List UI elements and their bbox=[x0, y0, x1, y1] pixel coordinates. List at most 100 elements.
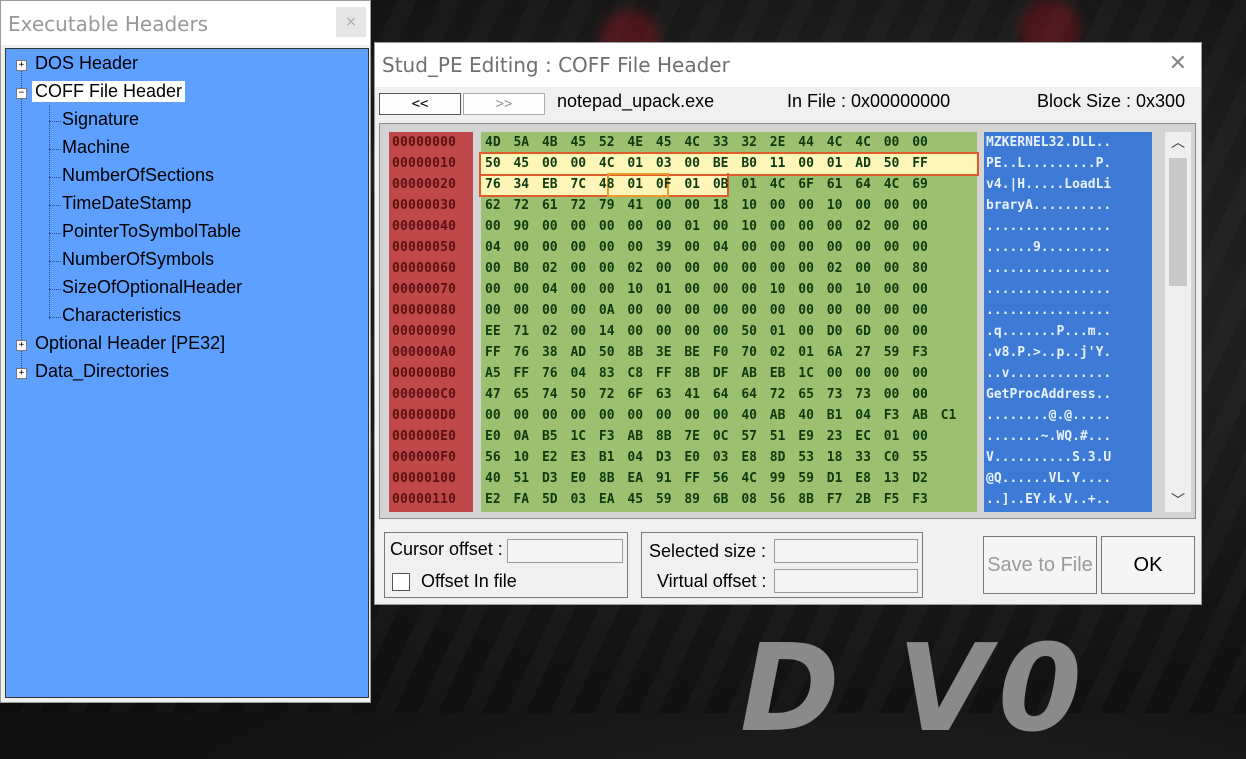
hex-row-bytes[interactable]: 56 10 E2 E3 B1 04 D3 E0 03 E8 8D 53 18 3… bbox=[485, 447, 928, 468]
hex-row-bytes[interactable]: 00 B0 02 00 00 02 00 00 00 00 00 00 02 0… bbox=[485, 258, 928, 279]
hex-row-bytes[interactable]: 00 00 00 00 0A 00 00 00 00 00 00 00 00 0… bbox=[485, 300, 928, 321]
hex-row-bytes[interactable]: 4D 5A 4B 45 52 4E 45 4C 33 32 2E 44 4C 4… bbox=[485, 132, 928, 153]
tree-item-number-of-symbols[interactable]: NumberOfSymbols bbox=[62, 249, 214, 270]
selected-size-field[interactable] bbox=[774, 539, 918, 563]
hex-row-offset: 00000070 bbox=[392, 282, 457, 297]
vertical-scrollbar[interactable]: ︿ ﹀ bbox=[1165, 132, 1191, 512]
hex-row-bytes[interactable]: 76 34 EB 7C 48 01 0F 01 0B 01 4C 6F 61 6… bbox=[485, 174, 928, 195]
hex-row-ascii[interactable]: .q.......P...m.. bbox=[986, 321, 1111, 342]
hex-row-bytes[interactable]: FF 76 38 AD 50 8B 3E BE F0 70 02 01 6A 2… bbox=[485, 342, 928, 363]
tree-item-time-date-stamp[interactable]: TimeDateStamp bbox=[62, 193, 191, 214]
tree-item-data-directories[interactable]: Data_Directories bbox=[35, 361, 169, 382]
hex-row-ascii[interactable]: ................ bbox=[986, 300, 1111, 321]
hex-row-ascii[interactable]: ................ bbox=[986, 258, 1111, 279]
tree-item-number-of-sections[interactable]: NumberOfSections bbox=[62, 165, 214, 186]
tree-item-dos-header[interactable]: DOS Header bbox=[35, 53, 138, 74]
cursor-offset-field[interactable] bbox=[507, 539, 623, 563]
hex-row-offset: 00000060 bbox=[392, 261, 457, 276]
window-title: Executable Headers bbox=[8, 12, 209, 36]
close-icon[interactable]: × bbox=[336, 7, 366, 37]
hex-row-offset: 000000E0 bbox=[392, 429, 457, 444]
hex-view[interactable]: 00000000 4D 5A 4B 45 52 4E 45 4C 33 32 2E… bbox=[379, 123, 1196, 519]
hex-row-offset: 000000D0 bbox=[392, 408, 457, 423]
hex-row-offset: 00000020 bbox=[392, 177, 457, 192]
hex-row-ascii[interactable]: v4.|H.....LoadLi bbox=[986, 174, 1111, 195]
virtual-offset-field[interactable] bbox=[774, 569, 918, 593]
tree-connector bbox=[49, 177, 61, 178]
hex-row-offset: 00000030 bbox=[392, 198, 457, 213]
hex-row-ascii[interactable]: MZKERNEL32.DLL.. bbox=[986, 132, 1111, 153]
hex-row-offset: 00000010 bbox=[392, 156, 457, 171]
hex-row-ascii[interactable]: ................ bbox=[986, 279, 1111, 300]
hex-row-ascii[interactable]: ........@.@..... bbox=[986, 405, 1111, 426]
hex-row-offset: 00000000 bbox=[392, 135, 457, 150]
scroll-thumb[interactable] bbox=[1169, 158, 1187, 286]
hex-row-ascii[interactable]: ..]..EY.k.V..+.. bbox=[986, 489, 1111, 510]
tree-connector bbox=[49, 149, 61, 150]
hex-row-offset: 00000080 bbox=[392, 303, 457, 318]
hex-row-ascii[interactable]: GetProcAddress.. bbox=[986, 384, 1111, 405]
hex-row-bytes[interactable]: 00 00 00 00 00 00 00 00 00 40 AB 40 B1 0… bbox=[485, 405, 956, 426]
tree-connector bbox=[49, 317, 61, 318]
hex-row-bytes[interactable]: A5 FF 76 04 83 C8 FF 8B DF AB EB 1C 00 0… bbox=[485, 363, 928, 384]
hex-row-bytes[interactable]: 50 45 00 00 4C 01 03 00 BE B0 11 00 01 A… bbox=[485, 153, 928, 174]
hex-row-offset: 000000C0 bbox=[392, 387, 457, 402]
hex-row-ascii[interactable]: @Q......VL.Y.... bbox=[986, 468, 1111, 489]
hex-row-ascii[interactable]: ................ bbox=[986, 216, 1111, 237]
tree-item-pointer-to-symbol-table[interactable]: PointerToSymbolTable bbox=[62, 221, 241, 242]
title-bar: Executable Headers × bbox=[1, 1, 370, 45]
hex-row-bytes[interactable]: 04 00 00 00 00 00 39 00 04 00 00 00 00 0… bbox=[485, 237, 928, 258]
hex-row-ascii[interactable]: .......~.WQ.#... bbox=[986, 426, 1111, 447]
hex-row-bytes[interactable]: 00 90 00 00 00 00 00 01 00 10 00 00 00 0… bbox=[485, 216, 928, 237]
next-block-button[interactable]: >> bbox=[463, 93, 545, 115]
hex-row-bytes[interactable]: 47 65 74 50 72 6F 63 41 64 64 72 65 73 7… bbox=[485, 384, 928, 405]
tree-item-machine[interactable]: Machine bbox=[62, 137, 130, 158]
title-bar: Stud_PE Editing : COFF File Header ✕ bbox=[375, 43, 1201, 87]
tree-connector bbox=[49, 289, 61, 290]
file-name: notepad_upack.exe bbox=[557, 91, 715, 111]
tree-connector bbox=[21, 61, 22, 374]
tree-item-coff-file-header[interactable]: COFF File Header bbox=[32, 81, 186, 102]
selected-size-label: Selected size : bbox=[649, 541, 767, 561]
hex-row-offset: 000000B0 bbox=[392, 366, 457, 381]
hex-row-ascii[interactable]: .v8.P.>..p..j'Y. bbox=[986, 342, 1111, 363]
hex-row-ascii[interactable]: ......9......... bbox=[986, 237, 1111, 258]
expand-icon[interactable]: + bbox=[16, 60, 27, 71]
scroll-down-icon[interactable]: ﹀ bbox=[1165, 490, 1191, 512]
collapse-icon[interactable]: − bbox=[16, 88, 27, 99]
hex-row-bytes[interactable]: EE 71 02 00 14 00 00 00 00 50 01 00 D0 6… bbox=[485, 321, 928, 342]
selection-group: Selected size : Virtual offset : bbox=[641, 532, 923, 598]
in-file-offset: In File : 0x00000000 bbox=[787, 91, 951, 111]
hex-row-bytes[interactable]: 40 51 D3 E0 8B EA 91 FF 56 4C 99 59 D1 E… bbox=[485, 468, 928, 489]
previous-block-button[interactable]: << bbox=[379, 93, 461, 115]
expand-icon[interactable]: + bbox=[16, 368, 27, 379]
scroll-up-icon[interactable]: ︿ bbox=[1165, 132, 1191, 154]
close-icon[interactable]: ✕ bbox=[1169, 51, 1187, 76]
hex-row-bytes[interactable]: 00 00 04 00 00 10 01 00 00 00 10 00 00 1… bbox=[485, 279, 928, 300]
block-size: Block Size : 0x300 bbox=[1037, 91, 1186, 111]
hex-row-ascii[interactable]: braryA.......... bbox=[986, 195, 1111, 216]
tree-item-optional-header[interactable]: Optional Header [PE32] bbox=[35, 333, 225, 354]
save-to-file-button[interactable]: Save to File bbox=[983, 536, 1097, 594]
tree-connector bbox=[49, 121, 61, 122]
tree-item-size-of-optional-header[interactable]: SizeOfOptionalHeader bbox=[62, 277, 242, 298]
hex-row-offset: 000000F0 bbox=[392, 450, 457, 465]
hex-row-offset: 000000A0 bbox=[392, 345, 457, 360]
hex-row-offset: 00000100 bbox=[392, 471, 457, 486]
tree-item-characteristics[interactable]: Characteristics bbox=[62, 305, 181, 326]
ok-button[interactable]: OK bbox=[1101, 536, 1195, 594]
tree-connector bbox=[49, 105, 50, 319]
tree-item-signature[interactable]: Signature bbox=[62, 109, 139, 130]
offset-in-file-label[interactable]: Offset In file bbox=[421, 571, 517, 592]
tree-connector bbox=[49, 233, 61, 234]
hex-row-ascii[interactable]: PE..L.........P. bbox=[986, 153, 1111, 174]
expand-icon[interactable]: + bbox=[16, 340, 27, 351]
hex-row-bytes[interactable]: E0 0A B5 1C F3 AB 8B 7E 0C 57 51 E9 23 E… bbox=[485, 426, 928, 447]
offset-in-file-checkbox[interactable] bbox=[392, 573, 410, 591]
hex-row-ascii[interactable]: V..........S.3.U bbox=[986, 447, 1111, 468]
hex-row-bytes[interactable]: E2 FA 5D 03 EA 45 59 89 6B 08 56 8B F7 2… bbox=[485, 489, 928, 510]
executable-headers-window: Executable Headers × + DOS Header − COFF… bbox=[0, 0, 371, 703]
hex-row-bytes[interactable]: 62 72 61 72 79 41 00 00 18 10 00 00 10 0… bbox=[485, 195, 928, 216]
hex-row-offset: 00000090 bbox=[392, 324, 457, 339]
hex-row-ascii[interactable]: ..v............. bbox=[986, 363, 1111, 384]
